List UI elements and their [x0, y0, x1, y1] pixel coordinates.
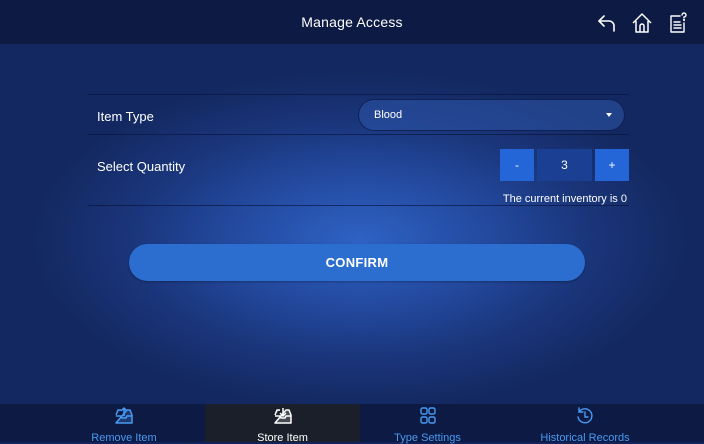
increment-button[interactable]: + [595, 149, 629, 181]
inventory-hint: The current inventory is 0 [502, 193, 627, 205]
item-type-select[interactable]: Blood [358, 99, 625, 131]
select-quantity-label: Select Quantity [97, 159, 186, 174]
divider [88, 134, 629, 135]
remove-item-icon [114, 407, 134, 425]
quantity-stepper: - 3 + [500, 149, 629, 181]
nav-label: Historical Records [540, 432, 630, 444]
background [0, 0, 704, 442]
decrement-button[interactable]: - [500, 149, 534, 181]
nav-label: Store Item [257, 432, 308, 444]
home-icon[interactable] [631, 12, 653, 34]
nav-remove-item[interactable]: Remove Item [60, 404, 188, 444]
top-bar: Manage Access [0, 0, 704, 44]
nav-historical-records[interactable]: Historical Records [525, 404, 645, 444]
history-icon [575, 407, 595, 425]
nav-label: Remove Item [91, 432, 157, 444]
divider [88, 94, 629, 95]
nav-label: Type Settings [394, 432, 461, 444]
item-type-value: Blood [374, 109, 403, 121]
confirm-button[interactable]: CONFIRM [129, 244, 585, 281]
grid-icon [418, 407, 438, 425]
nav-type-settings[interactable]: Type Settings [360, 404, 495, 444]
back-arrow-icon[interactable] [596, 12, 618, 34]
divider [88, 205, 629, 206]
item-type-label: Item Type [97, 109, 154, 124]
store-item-icon [273, 407, 293, 425]
quantity-field[interactable]: 3 [537, 149, 592, 181]
clipboard-help-icon[interactable] [667, 12, 689, 34]
nav-store-item[interactable]: Store Item [205, 404, 360, 444]
bottom-nav: Remove Item Store Item Type Settings His… [0, 404, 704, 444]
chevron-down-icon [606, 113, 612, 117]
